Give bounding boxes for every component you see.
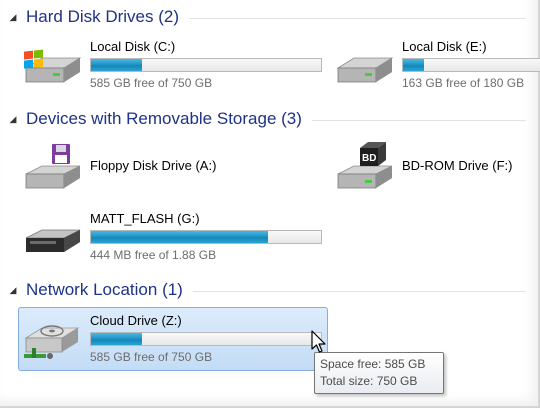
group-title: Devices with Removable Storage (3) xyxy=(26,109,302,128)
drive-item-cloud-drive-z[interactable]: Cloud Drive (Z:) 585 GB free of 750 GB xyxy=(20,312,326,364)
drive-usage-fill xyxy=(91,231,269,243)
drive-name: BD-ROM Drive (F:) xyxy=(402,158,513,173)
drive-item-bd-rom-f[interactable]: BD BD-ROM Drive (F:) xyxy=(332,142,540,194)
drive-usage-fill xyxy=(91,59,142,71)
drive-item-floppy-a[interactable]: Floppy Disk Drive (A:) xyxy=(20,142,330,194)
drive-free-space: 585 GB free of 750 GB xyxy=(90,76,213,90)
collapse-arrow-icon[interactable]: ◢ xyxy=(6,12,20,23)
hard-drive-icon xyxy=(336,57,394,83)
group-divider xyxy=(192,290,526,292)
tooltip-space-free: Space free: 585 GB xyxy=(320,357,426,371)
tooltip-total-size: Total size: 750 GB xyxy=(320,374,418,388)
drive-usage-bar xyxy=(402,58,540,72)
drive-item-local-disk-e[interactable]: Local Disk (E:) 163 GB free of 180 GB xyxy=(332,38,540,90)
drive-free-space: 585 GB free of 750 GB xyxy=(90,350,213,364)
drive-item-matt-flash-g[interactable]: MATT_FLASH (G:) 444 MB free of 1.88 GB xyxy=(20,210,330,262)
collapse-arrow-icon[interactable]: ◢ xyxy=(6,114,20,125)
group-header-removable-storage[interactable]: ◢ Devices with Removable Storage (3) xyxy=(6,107,526,131)
drive-free-space: 163 GB free of 180 GB xyxy=(402,76,525,90)
bd-badge: BD xyxy=(362,153,376,164)
group-divider xyxy=(311,119,526,121)
group-title: Network Location (1) xyxy=(26,280,183,299)
drive-name: Local Disk (C:) xyxy=(90,39,176,54)
drive-name: Local Disk (E:) xyxy=(402,39,487,54)
drive-name: MATT_FLASH (G:) xyxy=(90,211,200,226)
drive-name: Cloud Drive (Z:) xyxy=(90,313,182,328)
collapse-arrow-icon[interactable]: ◢ xyxy=(6,285,20,296)
drive-item-local-disk-c[interactable]: Local Disk (C:) 585 GB free of 750 GB xyxy=(20,38,330,90)
drive-usage-bar xyxy=(90,332,322,346)
windows-hard-drive-icon xyxy=(24,49,82,83)
group-header-network-location[interactable]: ◢ Network Location (1) xyxy=(6,278,526,302)
mouse-pointer-icon xyxy=(311,330,326,353)
drive-usage-fill xyxy=(91,333,142,345)
network-drive-icon xyxy=(24,325,80,359)
group-header-hard-disk-drives[interactable]: ◢ Hard Disk Drives (2) xyxy=(6,5,526,29)
computer-window: ◢ Hard Disk Drives (2) Local Disk (C:) 5… xyxy=(0,0,540,408)
drive-usage-bar xyxy=(90,230,322,244)
usb-flash-drive-icon xyxy=(25,229,81,252)
drive-name: Floppy Disk Drive (A:) xyxy=(90,158,217,173)
drive-free-space: 444 MB free of 1.88 GB xyxy=(90,248,217,262)
group-divider xyxy=(189,17,526,19)
group-title: Hard Disk Drives (2) xyxy=(26,7,180,26)
bd-rom-drive-icon: BD xyxy=(337,142,393,189)
drive-tooltip: Space free: 585 GB Total size: 750 GB xyxy=(314,352,444,394)
floppy-drive-icon xyxy=(25,144,81,189)
drive-usage-fill xyxy=(403,59,424,71)
drive-usage-bar xyxy=(90,58,322,72)
